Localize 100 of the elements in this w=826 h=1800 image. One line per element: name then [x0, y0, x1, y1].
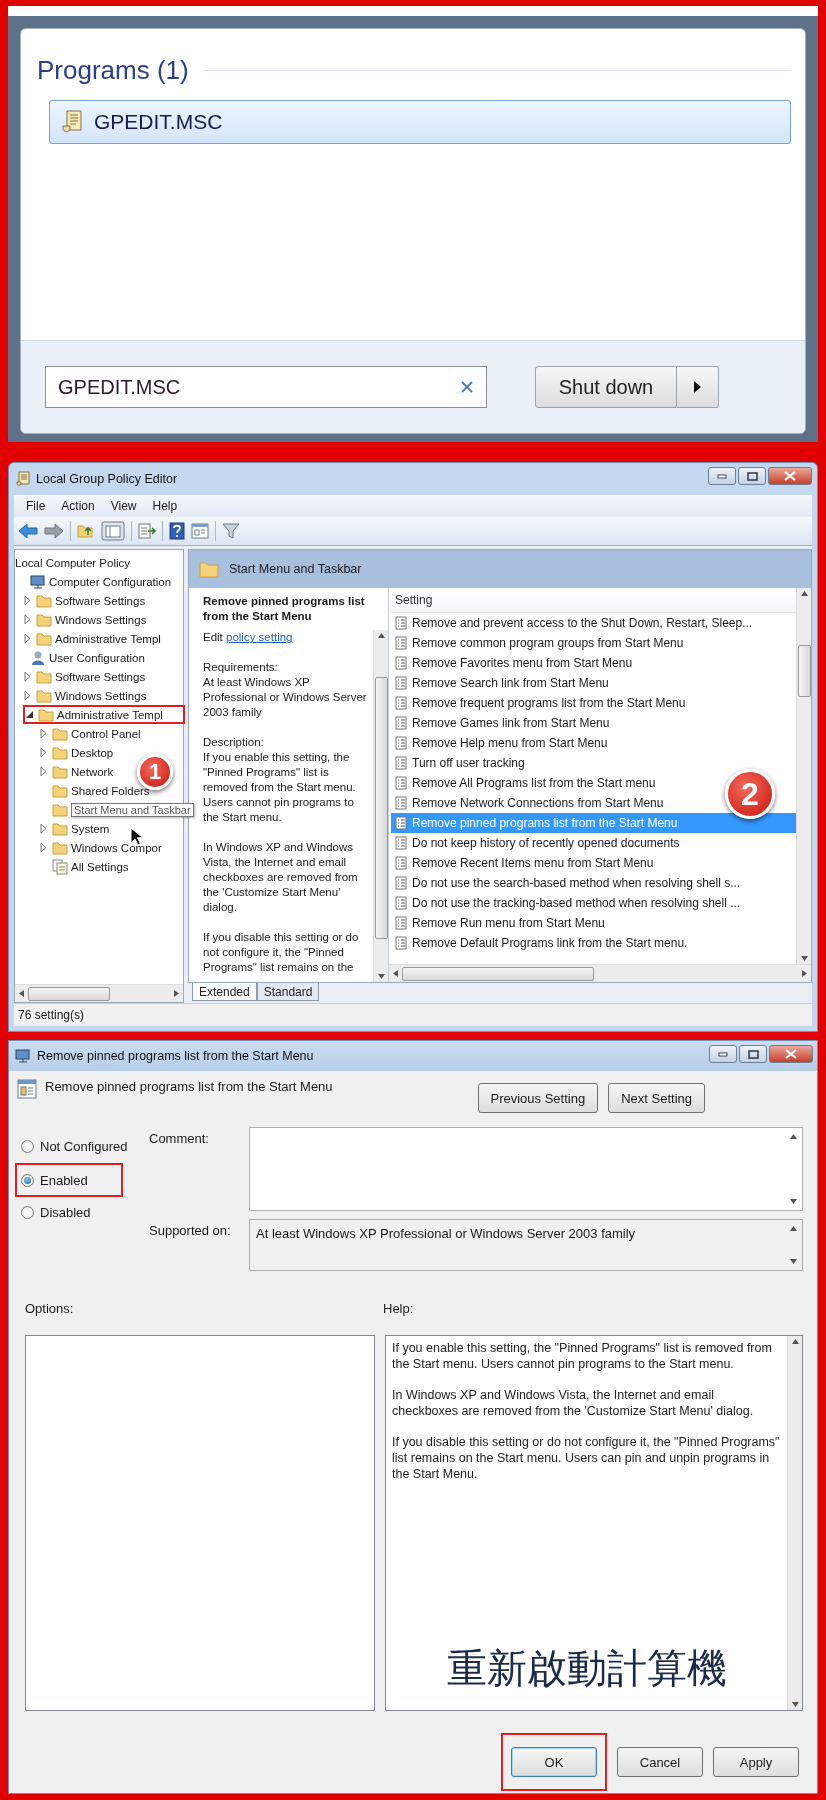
setting-row[interactable]: Remove Recent Items menu from Start Menu	[391, 853, 658, 873]
tree-item[interactable]: Administrative Templ	[57, 708, 163, 721]
expand-arrow-icon[interactable]	[39, 747, 49, 758]
collapse-arrow-icon[interactable]	[25, 709, 35, 720]
vertical-scrollbar[interactable]	[787, 1336, 802, 1710]
setting-row[interactable]: Remove Network Connections from Start Menu	[391, 793, 668, 813]
view-tab[interactable]: Standard	[256, 983, 320, 1001]
options-arrow-button[interactable]	[677, 366, 719, 408]
setting-row[interactable]: Remove Default Programs link from the Start menu.	[391, 933, 692, 953]
scroll-left-arrow-icon[interactable]	[393, 970, 398, 977]
expand-arrow-icon[interactable]	[39, 728, 49, 739]
radio-label[interactable]: Enabled	[40, 1172, 88, 1188]
nav-button[interactable]: Next Setting	[608, 1083, 705, 1113]
setting-row[interactable]: Remove All Programs list from the Start menu	[391, 773, 660, 793]
tree-item[interactable]: Control Panel	[71, 727, 141, 740]
search-field[interactable]: GPEDIT.MSC	[45, 366, 487, 408]
scroll-down-arrow-icon[interactable]	[790, 1259, 797, 1264]
scroll-up-arrow-icon[interactable]	[790, 1134, 797, 1139]
scroll-down-arrow-icon[interactable]	[377, 974, 385, 979]
tree-item[interactable]: Desktop	[71, 746, 114, 759]
vertical-scrollbar[interactable]	[796, 588, 811, 964]
menu-item[interactable]: File	[18, 499, 54, 513]
scrollbar-thumb[interactable]	[374, 677, 388, 939]
vertical-scrollbar[interactable]	[373, 630, 388, 982]
dialog-button[interactable]: OK	[511, 1747, 597, 1777]
minimize-button[interactable]	[709, 1045, 737, 1063]
view-tab[interactable]: Extended	[192, 983, 257, 1001]
scrollbar-thumb[interactable]	[797, 645, 811, 697]
setting-row[interactable]: Do not use the search-based method when resolving shell s...	[391, 873, 745, 893]
tree-item[interactable]: Windows Settings	[55, 613, 147, 626]
horizontal-scrollbar[interactable]	[389, 964, 811, 982]
setting-row[interactable]: Do not keep history of recently opened documents	[391, 833, 684, 853]
folder-up-icon[interactable]	[77, 523, 95, 539]
radio-button[interactable]	[21, 1139, 34, 1153]
setting-row[interactable]: Remove and prevent access to the Shut Down, Restart, Sleep...	[391, 613, 757, 633]
menu-item[interactable]: View	[102, 499, 145, 513]
policy-setting-link[interactable]: policy setting	[226, 631, 293, 643]
dialog-button[interactable]: Cancel	[617, 1747, 703, 1777]
close-button[interactable]	[769, 1045, 813, 1063]
maximize-button[interactable]	[738, 467, 766, 485]
export-list-icon[interactable]	[138, 523, 156, 539]
scroll-down-arrow-icon[interactable]	[791, 1702, 799, 1707]
expand-arrow-icon[interactable]	[23, 671, 33, 682]
expand-arrow-icon[interactable]	[39, 842, 49, 853]
tree-item[interactable]: Software Settings	[55, 670, 146, 683]
search-result[interactable]: GPEDIT.MSC	[49, 100, 791, 144]
close-button[interactable]	[768, 467, 812, 485]
tree-item[interactable]: Administrative Templ	[55, 632, 161, 645]
scroll-right-arrow-icon[interactable]	[802, 970, 807, 977]
radio-button[interactable]	[21, 1173, 34, 1187]
setting-row[interactable]: Remove Search link from Start Menu	[391, 673, 613, 693]
setting-row[interactable]: Remove common program groups from Start Menu	[391, 633, 688, 653]
comment-field[interactable]	[249, 1127, 803, 1211]
scroll-up-arrow-icon[interactable]	[800, 591, 808, 596]
shut-down-button[interactable]: Shut down	[535, 366, 677, 408]
expand-arrow-icon[interactable]	[39, 823, 49, 834]
menu-item[interactable]: Help	[144, 499, 186, 513]
scrollbar-thumb[interactable]	[402, 966, 594, 981]
tree-item[interactable]: Local Computer Policy	[15, 556, 131, 569]
maximize-button[interactable]	[739, 1045, 767, 1063]
setting-row[interactable]: Turn off user tracking	[391, 753, 529, 773]
filter-icon[interactable]	[222, 522, 240, 540]
tree-item[interactable]: Windows Settings	[55, 689, 147, 702]
setting-row[interactable]: Remove Games link from Start Menu	[391, 713, 614, 733]
expand-arrow-icon[interactable]	[23, 614, 33, 625]
tree-item[interactable]: Windows Compor	[71, 841, 162, 854]
menu-item[interactable]: Action	[53, 499, 103, 513]
tree-item[interactable]: User Configuration	[49, 651, 145, 664]
setting-row[interactable]: Remove Run menu from Start Menu	[391, 913, 609, 933]
minimize-button[interactable]	[708, 467, 736, 485]
expand-arrow-icon[interactable]	[23, 595, 33, 606]
horizontal-scrollbar[interactable]	[15, 984, 183, 1002]
nav-button[interactable]: Previous Setting	[477, 1083, 599, 1113]
expand-arrow-icon[interactable]	[23, 633, 33, 644]
tree-item[interactable]: Network	[71, 765, 114, 778]
tooltip[interactable]: Start Menu and Taskbar	[71, 802, 194, 817]
setting-row[interactable]: Do not use the tracking-based method when resolving shell ...	[391, 893, 745, 913]
scroll-right-arrow-icon[interactable]	[174, 990, 179, 997]
scroll-left-arrow-icon[interactable]	[19, 990, 24, 997]
tree-item[interactable]: All Settings	[71, 860, 129, 873]
forward-arrow-icon[interactable]	[44, 523, 64, 539]
properties-window-icon[interactable]	[191, 523, 209, 539]
pane-toggle-icon[interactable]	[101, 521, 125, 541]
tree-item[interactable]: System	[71, 822, 110, 835]
setting-row[interactable]: Remove frequent programs list from the Start Menu	[391, 693, 690, 713]
help-icon[interactable]	[169, 522, 185, 540]
setting-row[interactable]: Remove Help menu from Start Menu	[391, 733, 612, 753]
radio-button[interactable]	[21, 1205, 34, 1219]
scrollbar-thumb[interactable]	[28, 986, 110, 1001]
tree-item[interactable]: Software Settings	[55, 594, 146, 607]
radio-label[interactable]: Disabled	[40, 1204, 91, 1220]
tree-item[interactable]: Computer Configuration	[49, 575, 172, 588]
radio-label[interactable]: Not Configured	[40, 1138, 128, 1154]
clear-icon[interactable]	[461, 381, 473, 393]
dialog-button[interactable]: Apply	[713, 1747, 799, 1777]
scroll-down-arrow-icon[interactable]	[790, 1199, 797, 1204]
back-arrow-icon[interactable]	[18, 523, 38, 539]
scroll-up-arrow-icon[interactable]	[791, 1339, 799, 1344]
setting-row[interactable]: Remove Favorites menu from Start Menu	[391, 653, 637, 673]
scroll-down-arrow-icon[interactable]	[800, 956, 808, 961]
